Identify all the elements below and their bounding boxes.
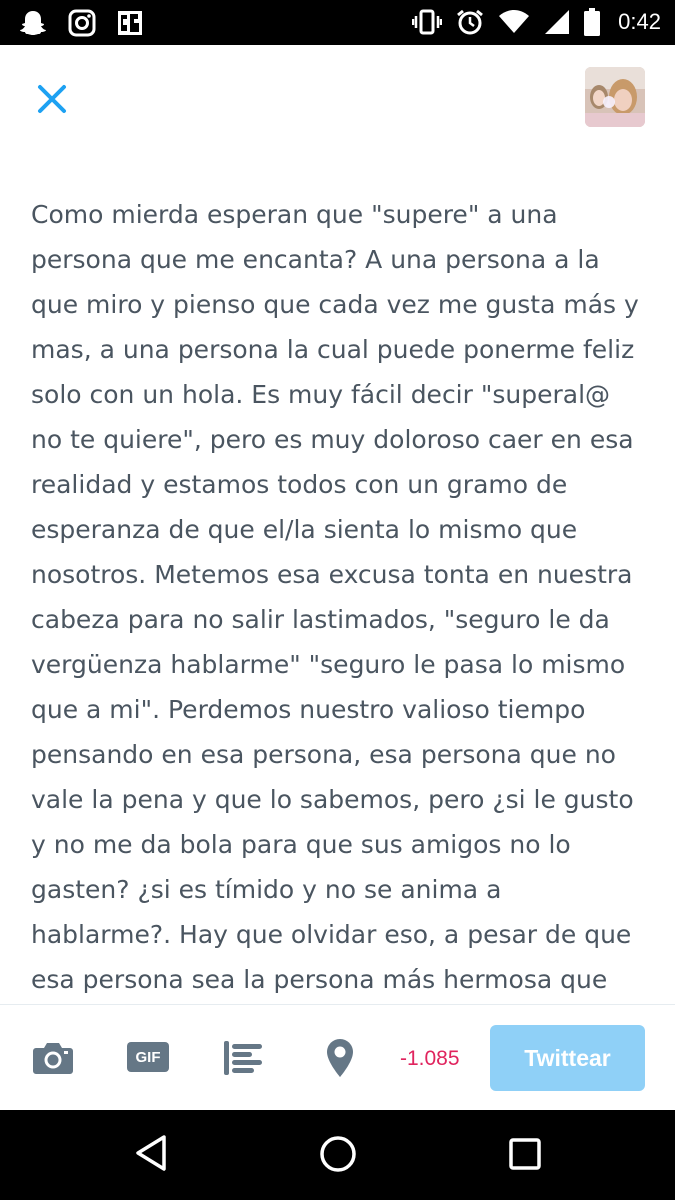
status-left-icons [18, 8, 144, 38]
tweet-text[interactable]: Como mierda esperan que "supere" a una p… [31, 192, 651, 1002]
poll-icon [224, 1041, 262, 1075]
compose-toolbar: GIF -1.085 Twittear [0, 1004, 675, 1111]
close-button[interactable] [34, 81, 70, 117]
recents-button[interactable] [508, 1137, 542, 1176]
character-counter: -1.085 [400, 1047, 460, 1070]
status-right-icons: 0:42 [412, 8, 661, 36]
snapchat-icon [20, 11, 46, 35]
recents-icon [509, 1138, 541, 1170]
camera-button[interactable] [32, 1039, 74, 1082]
alarm-icon [457, 9, 484, 35]
vibrate-icon [412, 9, 443, 35]
pixel-app-icon [118, 11, 142, 35]
tweet-compose-area[interactable]: Como mierda esperan que "supere" a una p… [0, 155, 675, 1004]
home-icon [320, 1136, 356, 1172]
poll-button[interactable] [224, 1041, 266, 1080]
avatar-image [585, 67, 645, 127]
instagram-icon [68, 9, 96, 37]
location-button[interactable] [326, 1038, 354, 1083]
close-icon [38, 85, 66, 113]
gif-button[interactable]: GIF [127, 1042, 169, 1072]
compose-header [0, 45, 675, 155]
camera-icon [33, 1043, 73, 1074]
gif-icon: GIF [127, 1042, 169, 1072]
wifi-icon [499, 10, 530, 33]
android-nav-bar [0, 1110, 675, 1200]
signal-icon [545, 10, 570, 34]
tweet-button[interactable]: Twittear [490, 1025, 645, 1091]
home-button[interactable] [319, 1135, 357, 1178]
location-icon [327, 1039, 353, 1077]
profile-avatar[interactable] [585, 67, 645, 127]
battery-icon [584, 8, 601, 36]
clock-time: 0:42 [618, 9, 661, 34]
back-button[interactable] [134, 1134, 168, 1177]
gif-label: GIF [135, 1048, 161, 1066]
back-icon [136, 1135, 166, 1171]
status-bar: 0:42 [0, 0, 675, 45]
